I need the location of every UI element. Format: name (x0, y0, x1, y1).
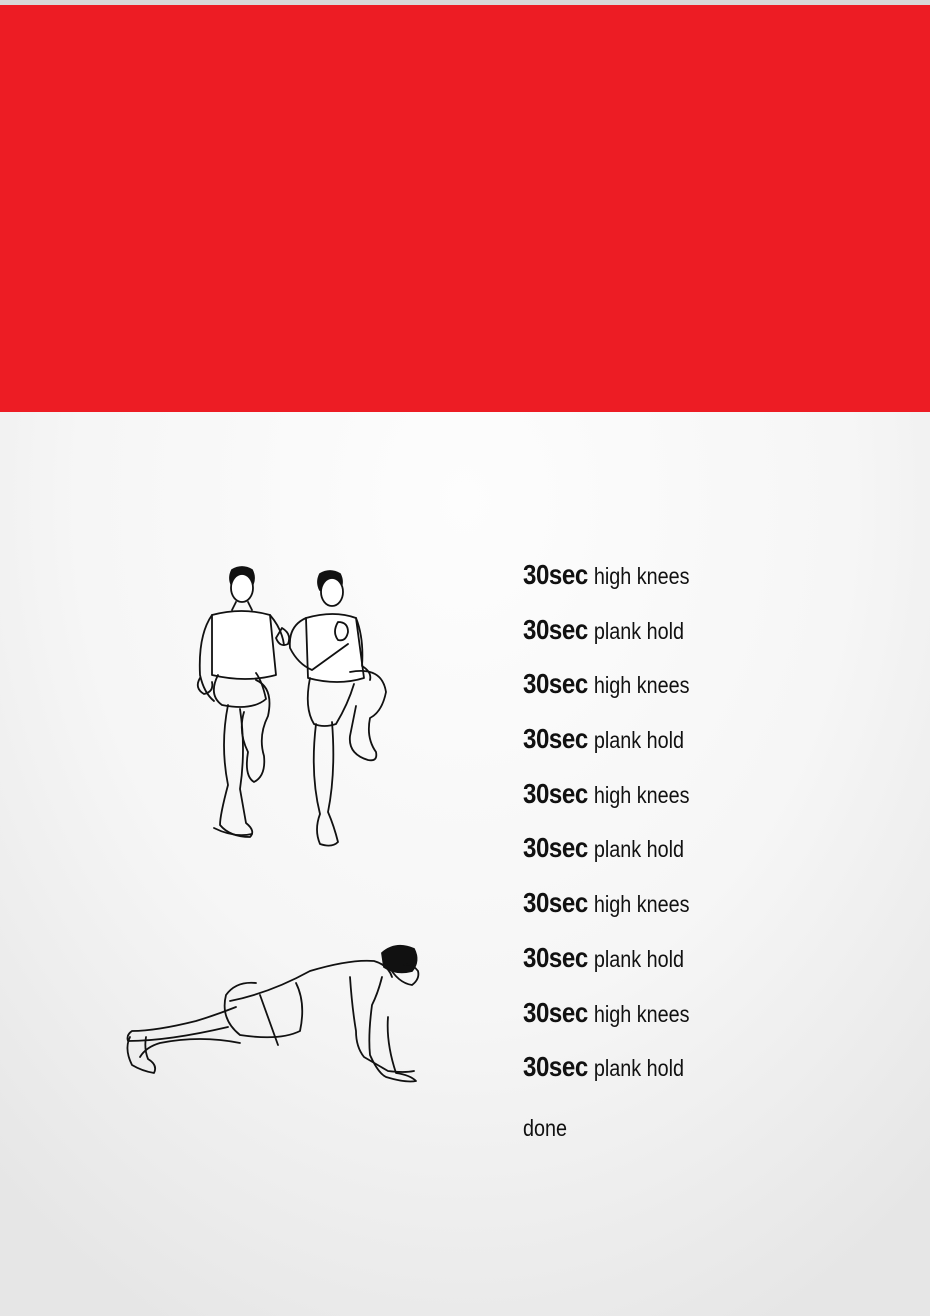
workout-row: 30sec high knees (523, 559, 850, 614)
exercise-label: plank hold (593, 727, 685, 754)
workout-row: 30sec high knees (523, 997, 850, 1052)
duration-label: 30sec (523, 941, 588, 973)
exercise-label: plank hold (593, 945, 685, 972)
exercise-label: high knees (593, 672, 690, 699)
exercise-label: plank hold (593, 1055, 685, 1082)
header-banner (0, 5, 930, 412)
exercise-label: plank hold (593, 617, 685, 644)
exercise-label: high knees (593, 563, 690, 589)
duration-label: 30sec (523, 887, 588, 919)
duration-label: 30sec (523, 1051, 588, 1083)
duration-label: 30sec (523, 613, 588, 645)
workout-row: 30sec high knees (523, 778, 850, 833)
workout-row: 30sec plank hold (523, 614, 850, 669)
workout-row: 30sec high knees (523, 887, 850, 942)
workout-row: 30sec plank hold (523, 942, 850, 997)
workout-row: 30sec plank hold (523, 723, 850, 778)
duration-label: 30sec (523, 559, 588, 590)
duration-label: 30sec (523, 996, 588, 1028)
duration-label: 30sec (523, 777, 588, 809)
exercise-label: high knees (593, 891, 690, 918)
duration-label: 30sec (523, 723, 588, 755)
exercise-label: high knees (593, 1000, 690, 1027)
workout-row: 30sec plank hold (523, 832, 850, 887)
workout-list: 30sec high knees 30sec plank hold 30sec hig… (523, 559, 903, 1106)
high-knees-figure-icon (170, 560, 400, 855)
exercise-label: plank hold (593, 836, 685, 863)
duration-label: 30sec (523, 668, 588, 700)
duration-label: 30sec (523, 832, 588, 864)
workout-row: 30sec plank hold (523, 1051, 850, 1106)
done-label: done (523, 1115, 568, 1141)
exercise-label: high knees (593, 781, 690, 808)
plank-figure-icon (120, 935, 430, 1085)
workout-row: 30sec high knees (523, 668, 850, 723)
